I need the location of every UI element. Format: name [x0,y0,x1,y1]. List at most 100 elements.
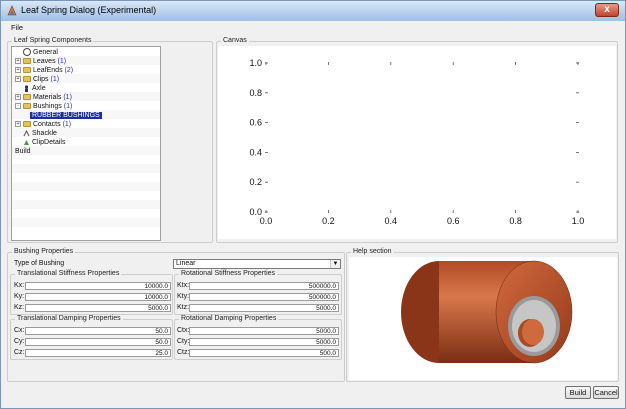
expand-icon[interactable]: + [15,94,21,101]
kx-label: Kx: [14,282,25,289]
bushing-properties-label: Bushing Properties [12,248,76,255]
translational-stiffness-label: Translational Stiffness Properties [15,270,122,277]
components-group-label: Leaf Spring Components [12,37,94,44]
tree-item[interactable]: + Contacts (1) [15,120,71,129]
tree-item-label: Clips [33,76,51,83]
app-icon [7,5,17,16]
menu-bar: File [1,21,625,33]
y-tick-label: 0.2 [249,177,262,187]
tree-item-label: Bushings [33,103,64,110]
x-tick-label: 0.4 [385,216,398,226]
component-tree[interactable]: General + Leaves (1) + LeafEnds (2) + Clips (1… [11,46,161,241]
tree-item[interactable]: General [15,48,58,57]
rubber-bushing-illustration [401,260,573,364]
tree-item-count: (1) [63,103,73,110]
canvas-group-label: Canvas [221,37,249,44]
person-icon [24,85,29,92]
kx-field[interactable]: 10000.0 [25,282,171,290]
folder-icon [23,94,31,101]
shackle-icon [23,129,30,136]
tree-item[interactable]: Build [15,147,31,156]
bushing-type-select[interactable]: Linear ▼ [173,259,341,269]
tree-item[interactable]: + Leaves (1) [15,57,66,66]
tree-row [12,173,160,182]
tree-item[interactable]: - Bushings (1) [15,102,72,111]
tree-item-count: (1) [63,94,72,101]
ctz-field[interactable]: 500.0 [189,349,339,357]
help-image-area [349,257,617,380]
expand-icon[interactable]: + [15,58,21,65]
tree-item[interactable]: + Materials (1) [15,93,72,102]
tree-item-count: (2) [64,67,74,74]
gear-icon [23,48,31,57]
cancel-button[interactable]: Cancel [593,386,619,399]
cx-field[interactable]: 50.0 [25,327,171,335]
kz-field[interactable]: 5000.0 [25,304,171,312]
tree-row [12,146,160,155]
rotational-damping-label: Rotational Damping Properties [179,315,279,322]
close-button[interactable]: x [595,3,619,17]
expand-icon[interactable]: + [15,121,21,128]
tree-item-count: (1) [50,76,60,83]
cx-label: Cx: [14,327,25,334]
tree-row [12,200,160,209]
build-button[interactable]: Build [565,386,591,399]
tree-item[interactable]: Axle [15,84,46,93]
cz-field[interactable]: 25.0 [25,349,171,357]
tree-item[interactable]: + LeafEnds (2) [15,66,73,75]
bushing-type-label: Type of Bushing [14,260,65,267]
tree-item-label: Build [15,148,31,155]
ktz-field[interactable]: 5000.0 [189,304,339,312]
tree-item-label: General [33,49,58,56]
y-tick-label: 0.4 [249,147,262,157]
kz-label: Kz: [14,304,25,311]
x-tick-label: 0.0 [260,216,273,226]
tree-row [12,155,160,164]
kty-label: Kty: [177,293,190,300]
expand-icon[interactable]: + [15,67,21,74]
cty-field[interactable]: 5000.0 [189,338,339,346]
leaf-spring-dialog-window: Leaf Spring Dialog (Experimental) x File… [0,0,626,409]
tree-item[interactable]: RUBBER BUSHINGS [30,111,102,120]
cz-label: Cz: [14,349,25,356]
menu-file[interactable]: File [11,23,23,32]
ktx-field[interactable]: 500000.0 [189,282,339,290]
folder-icon [23,58,31,65]
ctx-field[interactable]: 5000.0 [189,327,339,335]
folder-icon [23,67,31,74]
tree-row [12,182,160,191]
y-tick-label: 0.8 [249,88,262,98]
cty-label: Cty: [177,338,190,345]
tree-item-label: Materials [33,94,64,101]
collapse-icon[interactable]: - [15,103,21,110]
expand-icon[interactable]: + [15,76,21,83]
cy-label: Cy: [14,338,25,345]
title-bar[interactable]: Leaf Spring Dialog (Experimental) x [1,1,625,21]
canvas-area[interactable]: 0.0 0.2 0.4 0.6 0.8 1.0 0.0 0.2 0.4 0.6 0.8 1.0 [218,46,616,239]
canvas-plot: 0.0 0.2 0.4 0.6 0.8 1.0 0.0 0.2 0.4 0.6 0.8 1.0 [249,58,584,226]
tree-item-count: (1) [62,121,72,128]
tree-row [12,227,160,236]
cy-field[interactable]: 50.0 [25,338,171,346]
help-section-label: Help section [351,248,394,255]
tree-item-label: Axle [32,85,46,92]
y-tick-label: 0.0 [249,207,262,217]
ktz-label: Ktz: [177,304,190,311]
ctz-label: Ctz: [177,349,190,356]
tree-item-label: Shackle [32,130,57,137]
translational-damping-label: Translational Damping Properties [15,315,123,322]
chevron-down-icon[interactable]: ▼ [330,260,340,268]
tree-item[interactable]: + Clips (1) [15,75,59,84]
ky-field[interactable]: 10000.0 [25,293,171,301]
tree-item[interactable]: Shackle [15,129,57,138]
window-title: Leaf Spring Dialog (Experimental) [21,5,157,15]
tree-item[interactable]: ClipDetails [15,138,65,147]
tree-item-label: Contacts [33,121,63,128]
folder-icon [23,76,31,83]
tree-item-label: LeafEnds [33,67,65,74]
tree-item-label: Leaves [33,58,58,65]
tree-row [12,209,160,218]
folder-open-icon [23,103,31,110]
kty-field[interactable]: 500000.0 [189,293,339,301]
ky-label: Ky: [14,293,25,300]
